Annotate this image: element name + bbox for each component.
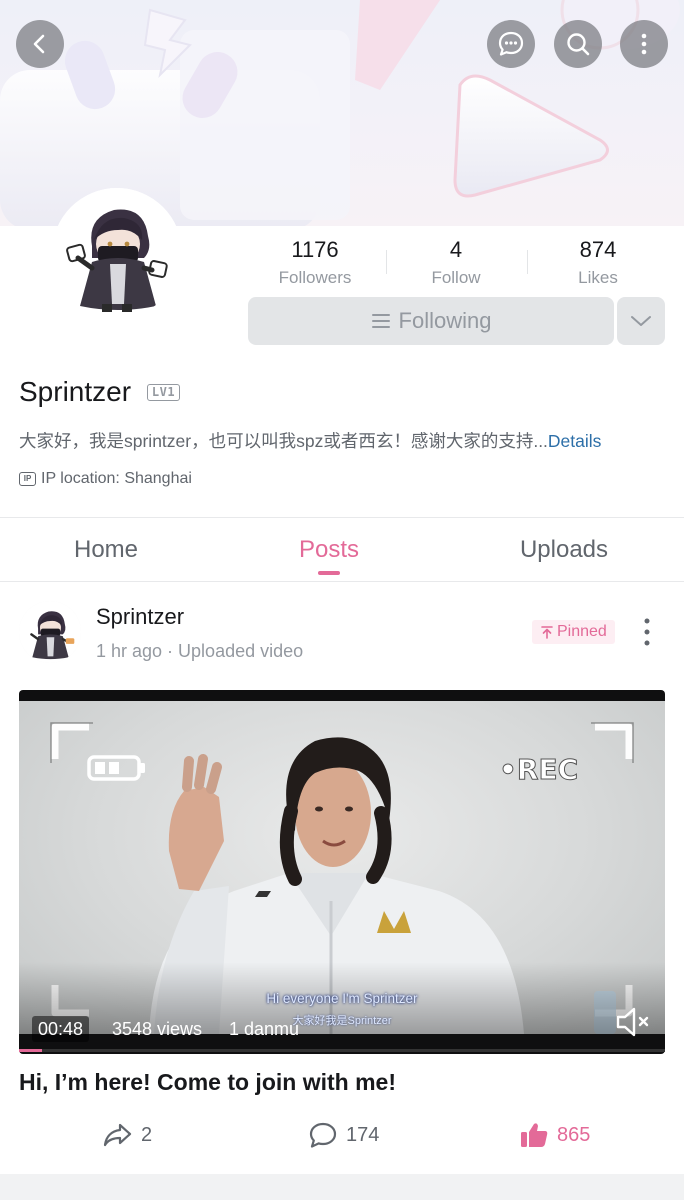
chevron-down-icon [631,316,651,326]
pinned-label: Pinned [557,623,607,640]
bio-text: 大家好，我是sprintzer，也可以叫我spz或者西玄！感谢大家的支持... [19,431,548,451]
hamburger-menu-icon [371,314,390,328]
subtitle-chinese: 大家好我是Sprintzer [292,1015,392,1027]
ip-location-row: IP IP location: Shanghai [19,468,192,490]
comment-count: 174 [346,1123,380,1146]
bio-details-link[interactable]: Details [548,431,602,451]
following-button-label: Following [398,308,492,333]
back-button[interactable] [16,20,64,68]
avatar-illustration [19,601,81,663]
divider [0,581,684,582]
subtitle-english: Hi everyone I'm Sprintzer [266,991,418,1006]
ip-location-text: IP location: Shanghai [41,470,192,487]
thumbs-up-icon [521,1123,548,1147]
more-options-button[interactable] [620,20,668,68]
followers-count: 1176 [291,237,339,262]
following-stat[interactable]: 4 Follow [386,236,526,291]
like-count: 865 [557,1123,591,1146]
post-author-avatar[interactable] [19,601,81,663]
mute-icon[interactable] [614,1005,654,1039]
likes-stat[interactable]: 874 Likes [528,236,668,291]
tab-posts[interactable]: Posts [215,532,443,568]
post-author-name[interactable]: Sprintzer [96,603,184,631]
comment-button[interactable]: 174 [308,1118,379,1152]
vertical-dots-icon [641,33,647,55]
ip-location-icon: IP [19,472,36,486]
profile-username: Sprintzer [19,376,132,407]
share-count: 2 [141,1123,153,1146]
post-title[interactable]: Hi, I’m here! Come to join with me! [19,1066,396,1098]
profile-bio: 大家好，我是sprintzer，也可以叫我spz或者西玄！感谢大家的支持...D… [19,428,669,454]
following-button[interactable]: Following [248,297,614,345]
chat-bubble-icon [498,31,524,56]
post-meta: 1 hr ago · Uploaded video [96,641,304,661]
share-icon [103,1123,132,1147]
level-badge: LV1 [147,384,180,401]
follow-dropdown-button[interactable] [617,297,665,345]
video-progress-track[interactable] [19,1049,665,1052]
search-icon [567,33,590,56]
video-progress-fill [19,1049,42,1052]
followers-label: Followers [278,268,352,287]
likes-count: 874 [579,237,617,262]
feed-separator [0,1174,684,1200]
active-tab-indicator [318,571,340,575]
tab-uploads[interactable]: Uploads [450,532,678,568]
video-danmu-count: 1 danmu [229,1019,300,1039]
followers-stat[interactable]: 1176 Followers [245,236,385,291]
video-views: 3548 views [112,1019,203,1039]
pinned-badge: Pinned [532,620,615,644]
pin-top-icon [541,626,553,639]
message-button[interactable] [487,20,535,68]
rec-indicator: •REC [499,753,578,786]
following-count: 4 [449,237,463,262]
tab-home[interactable]: Home [0,532,220,568]
following-label: Follow [431,268,481,287]
divider [0,517,684,518]
likes-label: Likes [578,268,618,287]
back-arrow-icon [33,34,45,54]
like-button[interactable]: 865 [519,1118,590,1152]
avatar-illustration [52,188,182,318]
post-more-icon[interactable] [637,616,657,648]
profile-avatar[interactable] [52,188,182,318]
video-duration: 00:48 [32,1016,90,1042]
search-button[interactable] [554,20,602,68]
comment-icon [309,1122,337,1148]
share-button[interactable]: 2 [103,1118,152,1152]
